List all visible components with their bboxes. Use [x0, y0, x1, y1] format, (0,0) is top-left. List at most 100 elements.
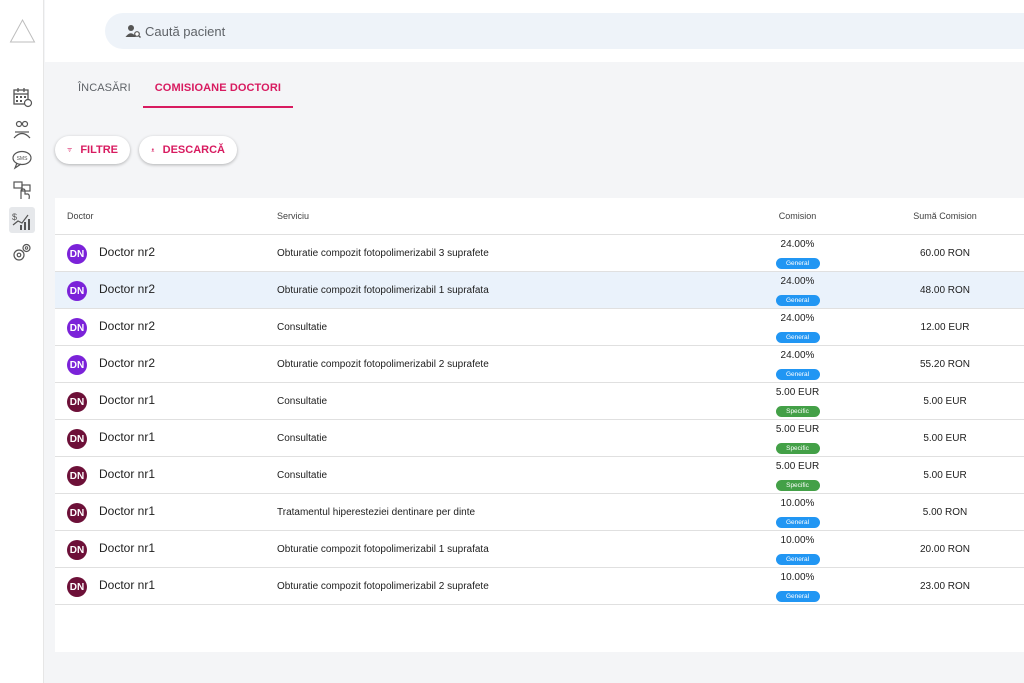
- header-commission[interactable]: Comision: [755, 211, 840, 221]
- commission-sum: 5.00 RON: [922, 507, 968, 518]
- service-name: Obturatie compozit fotopolimerizabil 2 s…: [277, 359, 489, 370]
- commission-value: 24.00%: [780, 313, 815, 324]
- avatar: DN: [67, 318, 87, 338]
- commission-sum: 55.20 RON: [919, 359, 971, 370]
- commission-type-badge: General: [775, 517, 820, 528]
- svg-text:SMS: SMS: [17, 156, 29, 162]
- touch-hand-icon[interactable]: [9, 177, 35, 203]
- table-row[interactable]: DN Doctor nr2 Obturatie compozit fotopolim…: [55, 235, 1024, 272]
- doctor-name: Doctor nr2: [99, 282, 156, 296]
- top-bar: Caută pacient: [45, 0, 1024, 62]
- filter-label: Filtre: [80, 144, 118, 156]
- service-name: Consultatie: [277, 470, 328, 481]
- service-name: Tratamentul hiperesteziei dentinare per …: [277, 507, 476, 518]
- avatar: DN: [67, 429, 87, 449]
- service-name: Consultatie: [277, 322, 328, 333]
- commission-value: 5.00 EUR: [775, 461, 820, 472]
- doctor-name: Doctor nr1: [99, 578, 156, 592]
- table-row[interactable]: DN Doctor nr1 Obturatie compozit fotopolim…: [55, 531, 1024, 568]
- svg-text:$: $: [12, 212, 17, 222]
- filter-button[interactable]: Filtre: [55, 136, 130, 164]
- commission-type-badge: General: [775, 554, 820, 565]
- commission-type-badge: General: [775, 258, 820, 269]
- service-name: Obturatie compozit fotopolimerizabil 2 s…: [277, 581, 489, 592]
- patients-icon[interactable]: [9, 116, 35, 142]
- avatar: DN: [67, 466, 87, 486]
- sms-icon[interactable]: SMS: [9, 146, 35, 172]
- avatar: DN: [67, 355, 87, 375]
- header-service[interactable]: Serviciu: [277, 211, 309, 221]
- commission-value: 24.00%: [780, 276, 815, 287]
- doctor-name: Doctor nr1: [99, 467, 156, 481]
- commission-cell: 10.00% General: [755, 571, 840, 603]
- avatar: DN: [67, 577, 87, 597]
- commission-sum: 20.00 RON: [919, 544, 971, 555]
- commission-cell: 5.00 EUR Specific: [755, 423, 840, 455]
- download-icon: [151, 148, 155, 152]
- table-row[interactable]: DN Doctor nr2 Consultatie 24.00% General 12.0…: [55, 309, 1024, 346]
- commission-value: 24.00%: [780, 239, 815, 250]
- table-row[interactable]: DN Doctor nr2 Obturatie compozit fotopolim…: [55, 346, 1024, 383]
- commission-type-badge: General: [775, 369, 820, 380]
- commission-cell: 10.00% General: [755, 534, 840, 566]
- table-header: Doctor Serviciu Comision Sumă Comision: [55, 198, 1024, 235]
- commission-sum: 60.00 RON: [919, 248, 971, 259]
- commission-type-badge: General: [775, 295, 820, 306]
- commission-sum: 5.00 EUR: [923, 433, 967, 444]
- commission-value: 5.00 EUR: [775, 387, 820, 398]
- header-doctor[interactable]: Doctor: [67, 211, 94, 221]
- commission-cell: 24.00% General: [755, 275, 840, 307]
- commission-sum: 12.00 EUR: [920, 322, 970, 333]
- avatar: DN: [67, 540, 87, 560]
- commission-cell: 24.00% General: [755, 312, 840, 344]
- commission-value: 10.00%: [780, 572, 815, 583]
- commission-cell: 24.00% General: [755, 349, 840, 381]
- sidebar: SMS $: [0, 0, 44, 683]
- service-name: Consultatie: [277, 396, 328, 407]
- calendar-icon[interactable]: [9, 84, 35, 110]
- commission-cell: 10.00% General: [755, 497, 840, 529]
- table-row[interactable]: DN Doctor nr1 Consultatie 5.00 EUR Specific 5…: [55, 383, 1024, 420]
- table-row[interactable]: DN Doctor nr2 Obturatie compozit fotopolim…: [55, 272, 1024, 309]
- user-search-icon: [125, 25, 141, 38]
- commission-cell: 5.00 EUR Specific: [755, 386, 840, 418]
- doctor-name: Doctor nr2: [99, 245, 156, 259]
- commission-value: 10.00%: [780, 535, 815, 546]
- avatar: DN: [67, 244, 87, 264]
- search-input[interactable]: Caută pacient: [105, 13, 1024, 49]
- commission-cell: 24.00% General: [755, 238, 840, 270]
- commission-type-badge: Specific: [775, 480, 820, 491]
- avatar: DN: [67, 281, 87, 301]
- table-row[interactable]: DN Doctor nr1 Consultatie 5.00 EUR Specific 5…: [55, 420, 1024, 457]
- doctor-name: Doctor nr2: [99, 356, 156, 370]
- service-name: Consultatie: [277, 433, 328, 444]
- table-row[interactable]: DN Doctor nr1 Consultatie 5.00 EUR Specific 5…: [55, 457, 1024, 494]
- commission-type-badge: Specific: [775, 443, 820, 454]
- doctor-name: Doctor nr1: [99, 541, 156, 555]
- commission-sum: 48.00 RON: [919, 285, 971, 296]
- service-name: Obturatie compozit fotopolimerizabil 1 s…: [277, 285, 489, 296]
- filter-icon: [67, 148, 72, 152]
- commissions-table: Doctor Serviciu Comision Sumă Comision D…: [55, 198, 1024, 652]
- tab-incasari[interactable]: Încasări: [66, 74, 143, 108]
- commission-sum: 5.00 EUR: [923, 396, 967, 407]
- table-row[interactable]: DN Doctor nr1 Tratamentul hiperesteziei de…: [55, 494, 1024, 531]
- service-name: Obturatie compozit fotopolimerizabil 1 s…: [277, 544, 489, 555]
- commission-type-badge: Specific: [775, 406, 820, 417]
- commission-chart-icon[interactable]: $: [9, 207, 35, 233]
- commission-cell: 5.00 EUR Specific: [755, 460, 840, 492]
- doctor-name: Doctor nr2: [99, 319, 156, 333]
- header-sum[interactable]: Sumă Comision: [900, 211, 990, 221]
- doctor-name: Doctor nr1: [99, 393, 156, 407]
- table-row[interactable]: DN Doctor nr1 Obturatie compozit fotopolim…: [55, 568, 1024, 605]
- doctor-name: Doctor nr1: [99, 504, 156, 518]
- commission-type-badge: General: [775, 591, 820, 602]
- avatar: DN: [67, 392, 87, 412]
- avatar: DN: [67, 503, 87, 523]
- download-button[interactable]: Descarcă: [139, 136, 237, 164]
- commission-sum: 23.00 RON: [919, 581, 971, 592]
- settings-gear-icon[interactable]: [9, 240, 35, 266]
- search-placeholder: Caută pacient: [145, 23, 226, 39]
- app-logo[interactable]: [9, 18, 36, 44]
- tab-comisioane-doctori[interactable]: Comisioane doctori: [142, 74, 294, 108]
